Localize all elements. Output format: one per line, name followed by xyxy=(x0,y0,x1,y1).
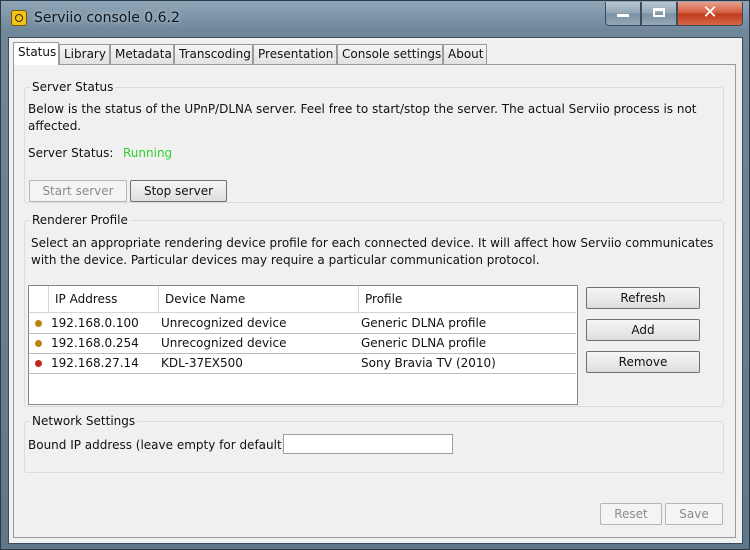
renderer-profile-description: Select an appropriate rendering device p… xyxy=(31,236,714,267)
tab-console-settings[interactable]: Console settings xyxy=(337,44,443,64)
tab-library[interactable]: Library xyxy=(59,44,110,64)
minimize-button[interactable] xyxy=(605,2,641,26)
tab-presentation[interactable]: Presentation xyxy=(253,44,337,64)
renderer-table-header: IP Address Device Name Profile xyxy=(29,286,576,313)
ip-address-column-header[interactable]: IP Address xyxy=(49,286,159,312)
status-tab-panel: Server Status Below is the status of the… xyxy=(13,64,736,538)
add-button[interactable]: Add xyxy=(586,319,700,341)
tab-status[interactable]: Status xyxy=(13,42,59,65)
refresh-button[interactable]: Refresh xyxy=(586,287,700,309)
server-status-description: Below is the status of the UPnP/DLNA ser… xyxy=(28,102,697,133)
device-name-column-header[interactable]: Device Name xyxy=(159,286,359,312)
server-status-label: Server Status: xyxy=(28,146,114,160)
stop-server-button[interactable]: Stop server xyxy=(130,180,227,202)
table-row[interactable]: 192.168.0.100 Unrecognized device Generi… xyxy=(29,314,576,334)
device-status-icon xyxy=(35,340,42,347)
reset-button[interactable]: Reset xyxy=(600,503,662,525)
bound-ip-input[interactable] xyxy=(283,434,453,454)
profile-cell[interactable]: Generic DLNA profile xyxy=(361,314,486,334)
maximize-icon xyxy=(653,8,665,17)
title-bar[interactable]: Serviio console 0.6.2 ✕ xyxy=(1,1,749,37)
bound-ip-label: Bound IP address (leave empty for defaul… xyxy=(28,438,291,452)
save-button[interactable]: Save xyxy=(665,503,723,525)
ip-address-cell: 192.168.27.14 xyxy=(51,356,139,370)
close-button[interactable]: ✕ xyxy=(677,2,743,26)
status-column-header[interactable] xyxy=(29,286,49,312)
server-status-group-title: Server Status xyxy=(30,80,116,94)
device-status-icon xyxy=(35,320,42,327)
close-icon: ✕ xyxy=(702,2,718,23)
profile-column-header[interactable]: Profile xyxy=(359,286,576,312)
tab-about[interactable]: About xyxy=(443,44,487,64)
device-name-cell: KDL-37EX500 xyxy=(161,356,243,370)
table-row[interactable]: 192.168.27.14 KDL-37EX500 Sony Bravia TV… xyxy=(29,354,576,374)
start-server-button[interactable]: Start server xyxy=(29,180,127,202)
profile-cell[interactable]: Sony Bravia TV (2010) xyxy=(361,354,496,374)
ip-address-cell: 192.168.0.254 xyxy=(51,336,139,350)
window-client-area: Status Library Metadata Transcoding Pres… xyxy=(8,37,743,544)
ip-address-cell: 192.168.0.100 xyxy=(51,316,139,330)
network-settings-group-title: Network Settings xyxy=(30,414,138,428)
app-window: Serviio console 0.6.2 ✕ Status Library M… xyxy=(0,0,750,550)
tab-metadata[interactable]: Metadata xyxy=(110,44,174,64)
remove-button[interactable]: Remove xyxy=(586,351,700,373)
maximize-button[interactable] xyxy=(641,2,677,26)
device-name-cell: Unrecognized device xyxy=(161,316,287,330)
serviio-app-icon[interactable] xyxy=(11,10,27,26)
device-name-cell: Unrecognized device xyxy=(161,336,287,350)
profile-cell[interactable]: Generic DLNA profile xyxy=(361,334,486,354)
renderer-table[interactable]: IP Address Device Name Profile 192.168.0… xyxy=(28,285,578,405)
table-row[interactable]: 192.168.0.254 Unrecognized device Generi… xyxy=(29,334,576,354)
window-title: Serviio console 0.6.2 xyxy=(34,10,180,26)
server-status-value: Running xyxy=(123,146,173,160)
tab-transcoding[interactable]: Transcoding xyxy=(174,44,253,64)
renderer-profile-group-title: Renderer Profile xyxy=(30,213,130,227)
device-status-icon xyxy=(35,360,42,367)
minimize-icon xyxy=(617,14,629,17)
